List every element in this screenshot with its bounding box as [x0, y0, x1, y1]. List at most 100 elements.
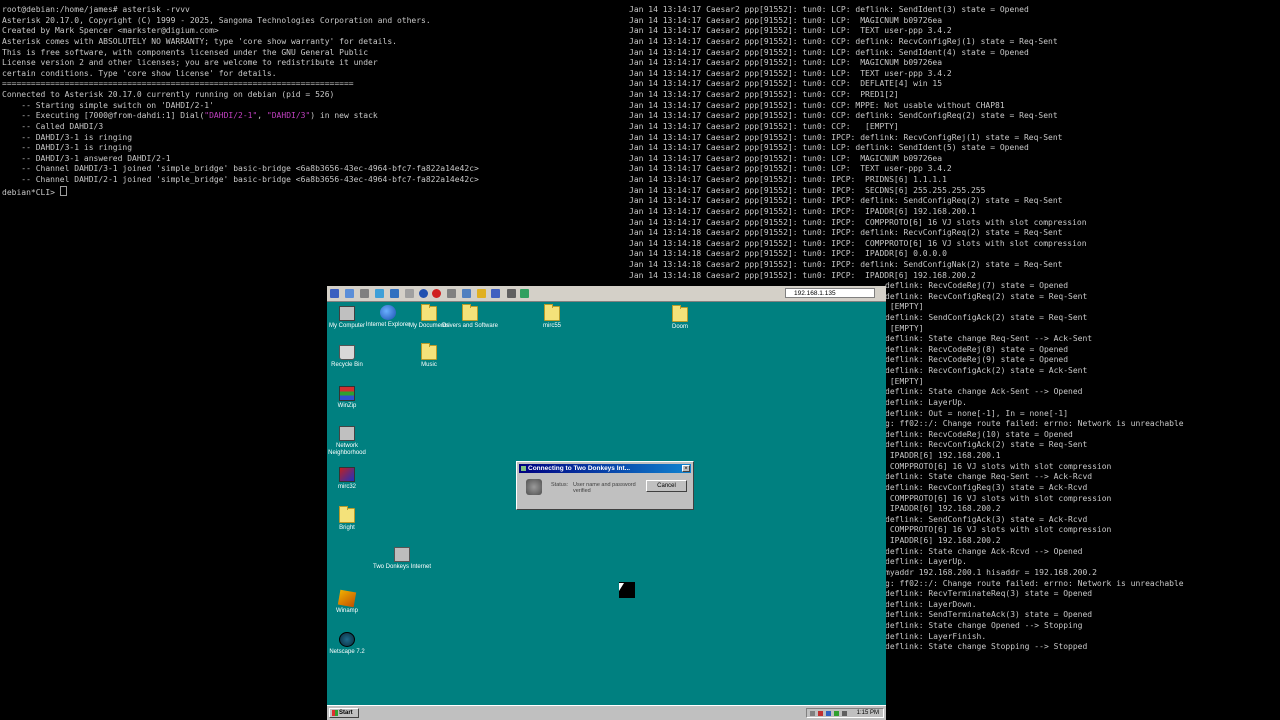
desktop-icon-label: mirc32	[337, 484, 356, 490]
terminal-line: Jan 14 13:14:17 Caesar2 ppp[91552]: tun0…	[629, 132, 1063, 142]
terminal-line: Jan 14 13:14:18 Caesar2 ppp[91552]: tun0…	[629, 228, 1063, 238]
terminal-line: deflink: State change Req-Sent --> Ack-S…	[885, 334, 1093, 344]
mouse-pointer-icon	[619, 583, 624, 591]
desktop-icon-label: Bright	[339, 525, 355, 531]
winzip-icon	[339, 386, 355, 401]
dialog-title-bar[interactable]: Connecting to Two Donkeys Int... ×	[519, 464, 691, 473]
desktop-icon-netscape[interactable]: Netscape 7.2	[317, 632, 377, 656]
terminal-line: deflink: LayerDown.	[885, 599, 977, 609]
terminal-line: -- Starting simple switch on 'DAHDI/2-1'	[2, 100, 214, 110]
settings-icon[interactable]	[360, 289, 369, 298]
terminal-line: Jan 14 13:14:17 Caesar2 ppp[91552]: tun0…	[629, 185, 986, 195]
terminal-line: deflink: RecvCodeRej(7) state = Opened	[885, 281, 1069, 291]
network-icon[interactable]	[520, 289, 529, 298]
network-neighborhood-icon	[339, 426, 355, 441]
dialog-close-button[interactable]: ×	[682, 465, 690, 472]
computer-icon	[339, 306, 355, 321]
terminal-line: deflink: SendTerminateAck(3) state = Ope…	[885, 610, 1093, 620]
terminal-line: License version 2 and other licenses; yo…	[2, 58, 378, 68]
desktop-icon-two-donkeys-internet[interactable]: Two Donkeys Internet	[372, 547, 432, 571]
terminal-line: deflink: RecvCodeRej(10) state = Opened	[885, 429, 1073, 439]
terminal-line: deflink: LayerFinish.	[885, 631, 987, 641]
tray-icon-dialup[interactable]	[834, 711, 839, 716]
terminal-line: Jan 14 13:14:17 Caesar2 ppp[91552]: tun0…	[629, 111, 1058, 121]
terminal-left[interactable]: root@debian:/home/james# asterisk -rvvv A…	[2, 5, 479, 198]
terminal-line: Jan 14 13:14:17 Caesar2 ppp[91552]: tun0…	[629, 217, 1087, 227]
address-field[interactable]: 192.168.1.135	[785, 288, 875, 298]
terminal-line: deflink: RecvCodeRej(9) state = Opened	[885, 355, 1069, 365]
netscape-icon	[339, 632, 355, 647]
terminal-line: This is free software, with components l…	[2, 47, 369, 57]
folder-icon	[421, 343, 437, 360]
terminal-line: Jan 14 13:14:17 Caesar2 ppp[91552]: tun0…	[629, 143, 1029, 153]
desktop-icon-winzip[interactable]: WinZip	[317, 386, 377, 410]
system-tray[interactable]: 1:15 PM	[806, 708, 884, 718]
taskbar[interactable]: Start 1:15 PM	[327, 705, 886, 720]
terminal-line: Jan 14 13:14:17 Caesar2 ppp[91552]: tun0…	[629, 79, 943, 89]
terminal-line: Jan 14 13:14:17 Caesar2 ppp[91552]: tun0…	[629, 15, 943, 25]
terminal-line: deflink: RecvCodeRej(8) state = Opened	[885, 344, 1069, 354]
keyboard-icon[interactable]	[405, 289, 414, 298]
fullscreen-icon[interactable]	[345, 289, 354, 298]
terminal-line: deflink: RecvConfigAck(2) state = Ack-Se…	[885, 366, 1088, 376]
desktop-icon-music[interactable]: Music	[399, 343, 459, 369]
file-transfer-icon[interactable]	[462, 289, 471, 298]
refresh-icon[interactable]	[375, 289, 384, 298]
chat-icon[interactable]	[491, 289, 500, 298]
taskbar-clock[interactable]: 1:15 PM	[857, 709, 879, 717]
speaker-icon[interactable]	[842, 711, 847, 716]
dialup-icon	[521, 466, 526, 471]
win98-desktop[interactable]: My Computer Internet Explorer My Documen…	[327, 302, 886, 705]
remote-desktop-window[interactable]: 192.168.1.135 My Computer Internet Explo…	[327, 286, 886, 720]
desktop-icon-recycle-bin[interactable]: Recycle Bin	[317, 345, 377, 369]
close-connection-icon[interactable]	[432, 289, 441, 298]
terminal-line: deflink: RecvTerminateReq(3) state = Ope…	[885, 589, 1093, 599]
start-button[interactable]: Start	[329, 708, 359, 718]
desktop-icon-label: Recycle Bin	[331, 362, 363, 368]
desktop-icon-label: Netscape 7.2	[329, 649, 365, 655]
dialup-connection-icon	[394, 547, 410, 562]
folder-icon[interactable]	[477, 289, 486, 298]
terminal-line: Jan 14 13:14:18 Caesar2 ppp[91552]: tun0…	[629, 238, 1087, 248]
tray-icon-network[interactable]	[810, 711, 815, 716]
terminal-line: COMPPROTO[6] 16 VJ slots with slot compr…	[885, 461, 1112, 471]
desktop-icon-doom[interactable]: Doom	[650, 305, 710, 331]
desktop-icon-label: Drivers and Software	[441, 323, 499, 329]
tray-icon-antivirus[interactable]	[818, 711, 823, 716]
terminal-line: -- DAHDI/3-1 answered DAHDI/2-1	[2, 153, 171, 163]
desktop-icon-label: Winamp	[335, 608, 358, 614]
terminal-line: deflink: State change Ack-Sent --> Opene…	[885, 387, 1083, 397]
terminal-line: deflink: SendConfigAck(2) state = Req-Se…	[885, 312, 1088, 322]
desktop-icon-label: Two Donkeys Internet	[372, 564, 432, 570]
camera-icon[interactable]	[507, 289, 516, 298]
desktop-icon-bright[interactable]: Bright	[317, 506, 377, 532]
desktop-icon-mirc55[interactable]: mirc55	[522, 304, 582, 330]
terminal-right[interactable]: Jan 14 13:14:17 Caesar2 ppp[91552]: tun0…	[629, 5, 1087, 281]
desktop-icon-mirc32[interactable]: mirc32	[317, 467, 377, 491]
connecting-dialog[interactable]: Connecting to Two Donkeys Int... × Statu…	[516, 461, 694, 510]
rdp-toolbar: 192.168.1.135	[327, 286, 886, 302]
monitor-icon[interactable]	[330, 289, 339, 298]
windows-icon[interactable]	[390, 289, 399, 298]
terminal-line: IPADDR[6] 192.168.200.2	[885, 504, 1001, 514]
terminal-line: Jan 14 13:14:17 Caesar2 ppp[91552]: tun0…	[629, 175, 947, 184]
cancel-button[interactable]: Cancel	[646, 480, 687, 492]
desktop-icon-drivers-and-software[interactable]: Drivers and Software	[440, 304, 500, 330]
internet-explorer-icon	[380, 305, 396, 320]
winamp-icon	[337, 589, 357, 608]
info-icon[interactable]	[419, 289, 428, 298]
terminal-line: ========================================…	[2, 79, 354, 89]
terminal-line: deflink: LayerUp.	[885, 397, 967, 407]
desktop-icon-winamp[interactable]: Winamp	[317, 589, 377, 615]
terminal-line: deflink: RecvConfigReq(2) state = Req-Se…	[885, 291, 1088, 301]
dialog-status-text: User name and password verified	[573, 482, 636, 494]
tray-icon-monitor[interactable]	[826, 711, 831, 716]
terminal-line: Jan 14 13:14:17 Caesar2 ppp[91552]: tun0…	[629, 58, 943, 68]
terminal-line: Asterisk comes with ABSOLUTELY NO WARRAN…	[2, 36, 397, 46]
terminal-line: deflink: State change Opened --> Stoppin…	[885, 621, 1083, 631]
desktop-icon-network-neighborhood[interactable]: Network Neighborhood	[317, 426, 377, 457]
terminal-line: root@debian:/home/james# asterisk -rvvv	[2, 5, 190, 14]
dialog-status-label: Status:	[551, 482, 569, 488]
terminal-line: deflink: SendConfigAck(3) state = Ack-Rc…	[885, 514, 1088, 524]
clipboard-icon[interactable]	[447, 289, 456, 298]
